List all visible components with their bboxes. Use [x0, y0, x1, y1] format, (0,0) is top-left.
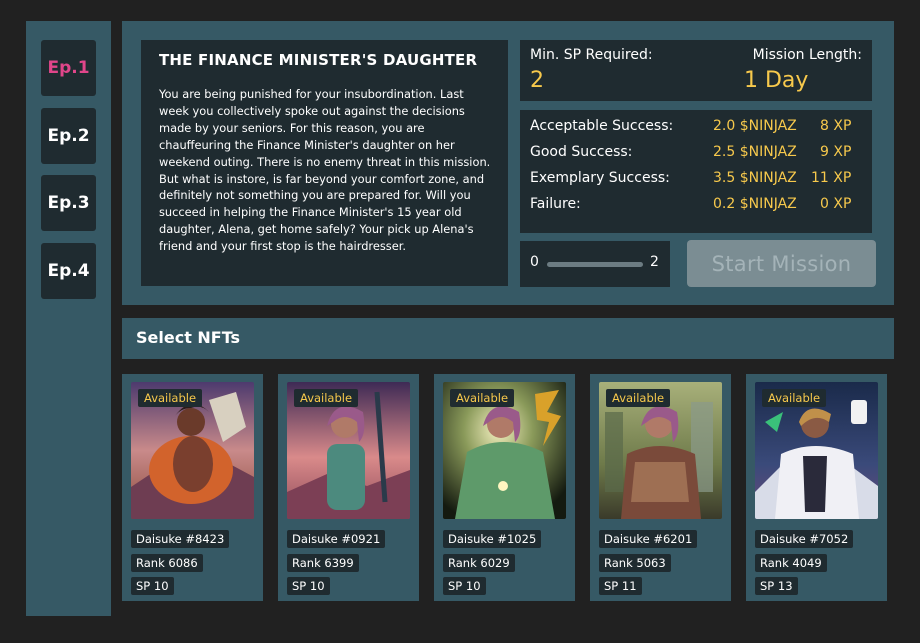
nft-name: Daisuke #8423 — [131, 530, 230, 548]
availability-badge: Available — [450, 389, 515, 407]
select-nfts-header: Select NFTs — [122, 318, 894, 359]
min-sp-label: Min. SP Required: — [530, 47, 653, 63]
mission-panel: THE FINANCE MINISTER'S DAUGHTER You are … — [122, 21, 894, 305]
nft-artwork: Available — [755, 382, 878, 519]
reward-xp: 9 XP — [820, 144, 852, 160]
mission-requirements: Min. SP Required: 2 Mission Length: 1 Da… — [520, 40, 872, 101]
select-nfts-title: Select NFTs — [136, 328, 241, 347]
sp-slider: 0 2 — [520, 241, 670, 287]
nft-card[interactable]: Available Daisuke #7052 Rank 4049 SP 13 — [746, 374, 887, 601]
nft-sp: SP 11 — [599, 577, 642, 595]
nft-name: Daisuke #1025 — [443, 530, 542, 548]
availability-badge: Available — [138, 389, 203, 407]
rewards-table: Acceptable Success: 2.0 $NINJAZ 8 XP Goo… — [520, 110, 872, 233]
min-sp-value: 2 — [530, 68, 544, 93]
nft-sp: SP 13 — [755, 577, 798, 595]
reward-label: Exemplary Success: — [530, 170, 670, 186]
mission-story-box: THE FINANCE MINISTER'S DAUGHTER You are … — [141, 40, 508, 286]
slider-track[interactable] — [547, 262, 643, 267]
nft-card[interactable]: Available Daisuke #1025 Rank 6029 SP 10 — [434, 374, 575, 601]
reward-label: Acceptable Success: — [530, 118, 674, 134]
nft-name: Daisuke #7052 — [755, 530, 854, 548]
nft-card[interactable]: Available Daisuke #8423 Rank 6086 SP 10 — [122, 374, 263, 601]
episode-sidebar: Ep.1 Ep.2 Ep.3 Ep.4 — [26, 21, 111, 616]
slider-min-value: 0 — [530, 254, 539, 270]
mission-title: THE FINANCE MINISTER'S DAUGHTER — [159, 51, 478, 69]
reward-row: Good Success: 2.5 $NINJAZ 9 XP — [530, 144, 851, 160]
reward-ninjaz: 2.0 $NINJAZ — [713, 118, 797, 134]
mission-length-label: Mission Length: — [752, 47, 862, 63]
reward-row: Acceptable Success: 2.0 $NINJAZ 8 XP — [530, 118, 851, 134]
reward-label: Good Success: — [530, 144, 633, 160]
nft-rank: Rank 4049 — [755, 554, 827, 572]
nft-name: Daisuke #6201 — [599, 530, 698, 548]
episode-tab-4[interactable]: Ep.4 — [41, 243, 96, 299]
nft-rank: Rank 5063 — [599, 554, 671, 572]
nft-artwork: Available — [599, 382, 722, 519]
start-mission-button[interactable]: Start Mission — [687, 240, 876, 287]
nft-card[interactable]: Available Daisuke #6201 Rank 5063 SP 11 — [590, 374, 731, 601]
reward-xp: 8 XP — [820, 118, 852, 134]
episode-tab-1[interactable]: Ep.1 — [41, 40, 96, 96]
nft-sp: SP 10 — [287, 577, 330, 595]
episode-tab-2[interactable]: Ep.2 — [41, 108, 96, 164]
nft-sp: SP 10 — [443, 577, 486, 595]
slider-max-value: 2 — [650, 254, 659, 270]
nft-name: Daisuke #0921 — [287, 530, 386, 548]
mission-length-value: 1 Day — [744, 68, 809, 93]
nft-rank: Rank 6029 — [443, 554, 515, 572]
episode-tab-3[interactable]: Ep.3 — [41, 175, 96, 231]
reward-ninjaz: 2.5 $NINJAZ — [713, 144, 797, 160]
reward-ninjaz: 3.5 $NINJAZ — [713, 170, 797, 186]
availability-badge: Available — [294, 389, 359, 407]
reward-xp: 0 XP — [820, 196, 852, 212]
nft-rank: Rank 6086 — [131, 554, 203, 572]
reward-row: Failure: 0.2 $NINJAZ 0 XP — [530, 196, 851, 212]
nft-artwork: Available — [131, 382, 254, 519]
reward-ninjaz: 0.2 $NINJAZ — [713, 196, 797, 212]
reward-label: Failure: — [530, 196, 581, 212]
nft-card[interactable]: Available Daisuke #0921 Rank 6399 SP 10 — [278, 374, 419, 601]
reward-xp: 11 XP — [811, 170, 852, 186]
nft-artwork: Available — [443, 382, 566, 519]
availability-badge: Available — [606, 389, 671, 407]
availability-badge: Available — [762, 389, 827, 407]
reward-row: Exemplary Success: 3.5 $NINJAZ 11 XP — [530, 170, 851, 186]
mission-description: You are being punished for your insubord… — [159, 87, 491, 254]
nft-sp: SP 10 — [131, 577, 174, 595]
nft-artwork: Available — [287, 382, 410, 519]
nft-rank: Rank 6399 — [287, 554, 359, 572]
